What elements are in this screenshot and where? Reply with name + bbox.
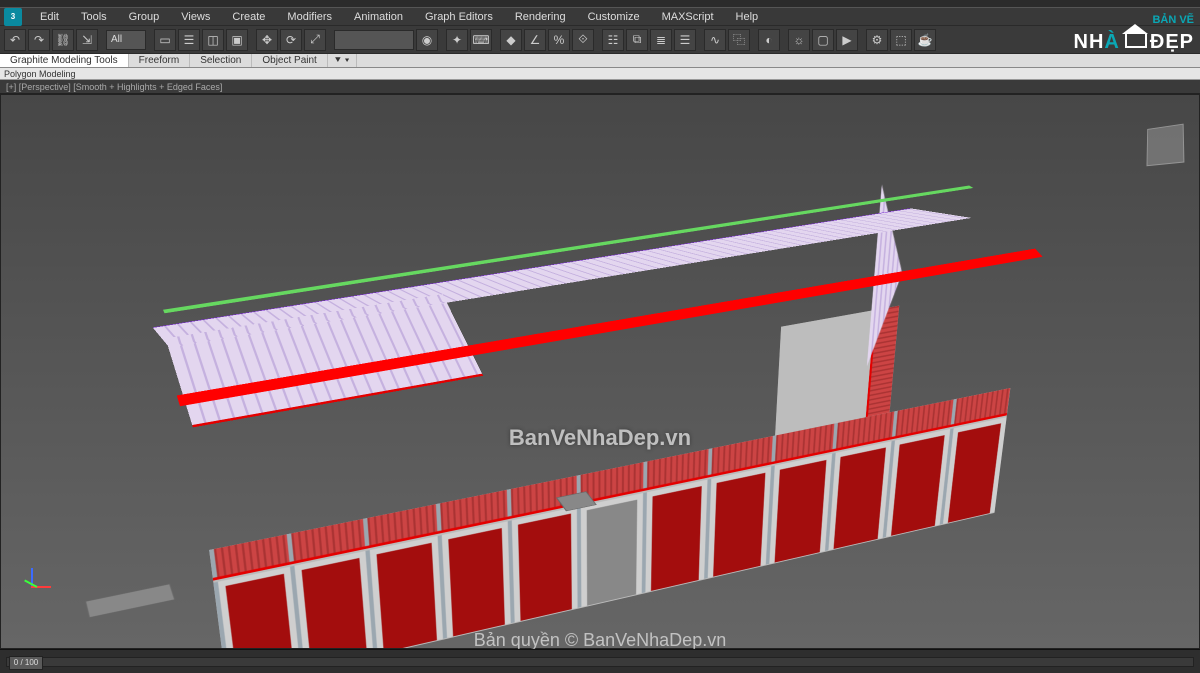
menu-views[interactable]: Views [171,10,220,24]
mirror-icon[interactable]: ⧉ [626,29,648,51]
render-preset-icon[interactable]: ⚙ [866,29,888,51]
render-output-icon[interactable]: ⬚ [890,29,912,51]
move-icon[interactable]: ✥ [256,29,278,51]
render-icon[interactable]: ▶ [836,29,858,51]
ribbon: Graphite Modeling Tools Freeform Selecti… [0,54,1200,68]
ribbon-subtab[interactable]: Polygon Modeling [0,68,1200,80]
menu-maxscript[interactable]: MAXScript [652,10,724,24]
angle-snap-icon[interactable]: ∠ [524,29,546,51]
building-model [167,305,1010,549]
axis-tripod [19,564,49,594]
snap-icon[interactable]: ◆ [500,29,522,51]
menu-edit[interactable]: Edit [30,10,69,24]
viewport-perspective[interactable]: BanVeNhaDep.vn [0,94,1200,649]
pivot-icon[interactable]: ◉ [416,29,438,51]
rotate-icon[interactable]: ⟳ [280,29,302,51]
curve-editor-icon[interactable]: ∿ [704,29,726,51]
viewcube[interactable] [1147,124,1185,167]
front-wall [209,388,1010,649]
select-region-icon[interactable]: ◫ [202,29,224,51]
app-icon[interactable]: 3 [4,8,22,26]
menu-help[interactable]: Help [726,10,769,24]
unlink-icon[interactable]: ⇲ [76,29,98,51]
spinner-snap-icon[interactable]: ⟐ [572,29,594,51]
ribbon-tab-selection[interactable]: Selection [190,54,252,67]
reference-coord-dropdown[interactable] [334,30,414,50]
percent-snap-icon[interactable]: % [548,29,570,51]
render-setup-icon[interactable]: ☼ [788,29,810,51]
main-toolbar: ↶ ↷ ⛓ ⇲ All ▭ ☰ ◫ ▣ ✥ ⟳ ⤢ ◉ ✦ ⌨ ◆ ∠ % ⟐ … [0,26,1200,54]
title-bar [0,0,1200,8]
scale-icon[interactable]: ⤢ [304,29,326,51]
selection-filter-dropdown[interactable]: All [106,30,146,50]
ribbon-tab-graphite[interactable]: Graphite Modeling Tools [0,54,129,67]
menu-modifiers[interactable]: Modifiers [277,10,342,24]
menu-graph-editors[interactable]: Graph Editors [415,10,503,24]
menu-animation[interactable]: Animation [344,10,413,24]
viewport-label[interactable]: [+] [Perspective] [Smooth + Highlights +… [0,80,1200,94]
ribbon-tab-object-paint[interactable]: Object Paint [252,54,327,67]
timeline-bar: 0 / 100 [0,649,1200,673]
window-crossing-icon[interactable]: ▣ [226,29,248,51]
undo-icon[interactable]: ↶ [4,29,26,51]
redo-icon[interactable]: ↷ [28,29,50,51]
ground-object-trailer [85,583,176,618]
schematic-icon[interactable]: ⿻ [728,29,750,51]
menu-create[interactable]: Create [222,10,275,24]
menu-rendering[interactable]: Rendering [505,10,576,24]
menu-customize[interactable]: Customize [578,10,650,24]
ribbon-tab-freeform[interactable]: Freeform [129,54,191,67]
select-name-icon[interactable]: ☰ [178,29,200,51]
link-icon[interactable]: ⛓ [52,29,74,51]
align-icon[interactable]: ≣ [650,29,672,51]
time-slider-knob[interactable]: 0 / 100 [9,656,43,670]
ribbon-expand-icon[interactable]: ⯆ ▾ [328,54,357,67]
select-manipulate-icon[interactable]: ✦ [446,29,468,51]
keyboard-shortcut-icon[interactable]: ⌨ [470,29,492,51]
select-icon[interactable]: ▭ [154,29,176,51]
menu-group[interactable]: Group [119,10,170,24]
layers-icon[interactable]: ☰ [674,29,696,51]
time-slider[interactable]: 0 / 100 [6,657,1194,667]
render-teapot-icon[interactable]: ☕ [914,29,936,51]
menu-bar: 3 Edit Tools Group Views Create Modifier… [0,8,1200,26]
material-editor-icon[interactable]: ◐ [758,29,780,51]
render-frame-icon[interactable]: ▢ [812,29,834,51]
scene-3d [167,305,1010,549]
named-selection-icon[interactable]: ☷ [602,29,624,51]
menu-tools[interactable]: Tools [71,10,117,24]
